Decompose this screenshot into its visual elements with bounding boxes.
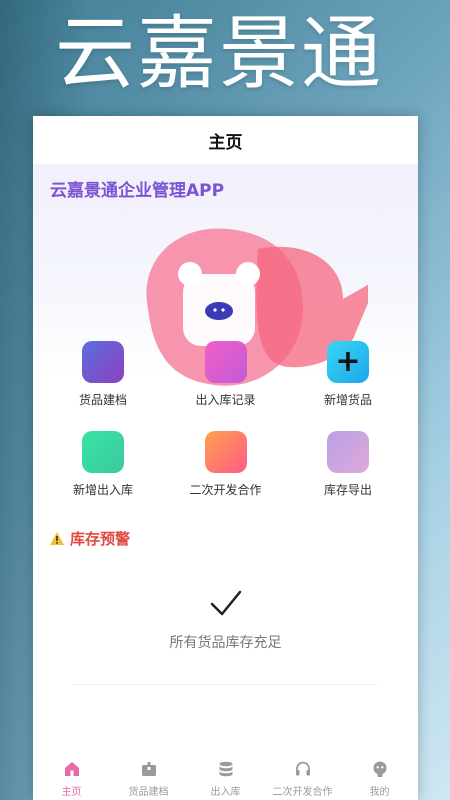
grid-item-inout-records[interactable]: 出入库记录 (166, 328, 286, 418)
grid-item-inventory-export[interactable]: 库存导出 (288, 418, 408, 508)
tab-mine[interactable]: 我的 (341, 748, 418, 800)
inout-tile-icon (82, 431, 124, 473)
headset-icon (295, 761, 310, 776)
promo-title: 云嘉景通 (55, 7, 383, 100)
inventory-warning-header: 库存预警 (50, 528, 130, 549)
box-tile-icon (82, 341, 124, 383)
check-icon (210, 590, 241, 616)
database-icon (219, 761, 232, 777)
hero-title: 云嘉景通企业管理APP (50, 181, 225, 201)
divider (73, 684, 378, 685)
warning-icon (50, 532, 64, 545)
phone-screen: 主页 云嘉景通企业管理APP 货品建档 出入库记录 + 新增货品 新增出入库 二… (33, 116, 418, 800)
tab-inout[interactable]: 出入库 (187, 748, 264, 800)
empty-state-text: 所有货品库存充足 (169, 635, 282, 651)
user-icon (373, 761, 386, 777)
grid-item-cooperation[interactable]: 二次开发合作 (166, 418, 286, 508)
box-icon (141, 762, 156, 776)
warning-title: 库存预警 (70, 530, 131, 548)
tab-home[interactable]: 主页 (33, 748, 110, 800)
feature-grid: 货品建档 出入库记录 + 新增货品 新增出入库 二次开发合作 库存导出 (33, 328, 418, 508)
grid-item-add-inout[interactable]: 新增出入库 (43, 418, 163, 508)
tab-cooperation[interactable]: 二次开发合作 (264, 748, 341, 800)
record-tile-icon (204, 341, 247, 383)
export-tile-icon (327, 431, 369, 473)
nav-bar: 主页 (33, 116, 418, 164)
empty-state: 所有货品库存充足 (33, 586, 418, 652)
grid-item-add-goods[interactable]: + 新增货品 (288, 328, 408, 418)
home-icon (64, 762, 79, 776)
plus-tile-icon: + (327, 341, 369, 383)
grid-item-goods-archive[interactable]: 货品建档 (43, 328, 163, 418)
page-title: 主页 (208, 132, 243, 153)
tab-bar: 主页 货品建档 出入库 二次开发合作 我的 (33, 748, 418, 800)
cooperate-tile-icon (204, 431, 247, 473)
tab-goods-archive[interactable]: 货品建档 (110, 748, 187, 800)
